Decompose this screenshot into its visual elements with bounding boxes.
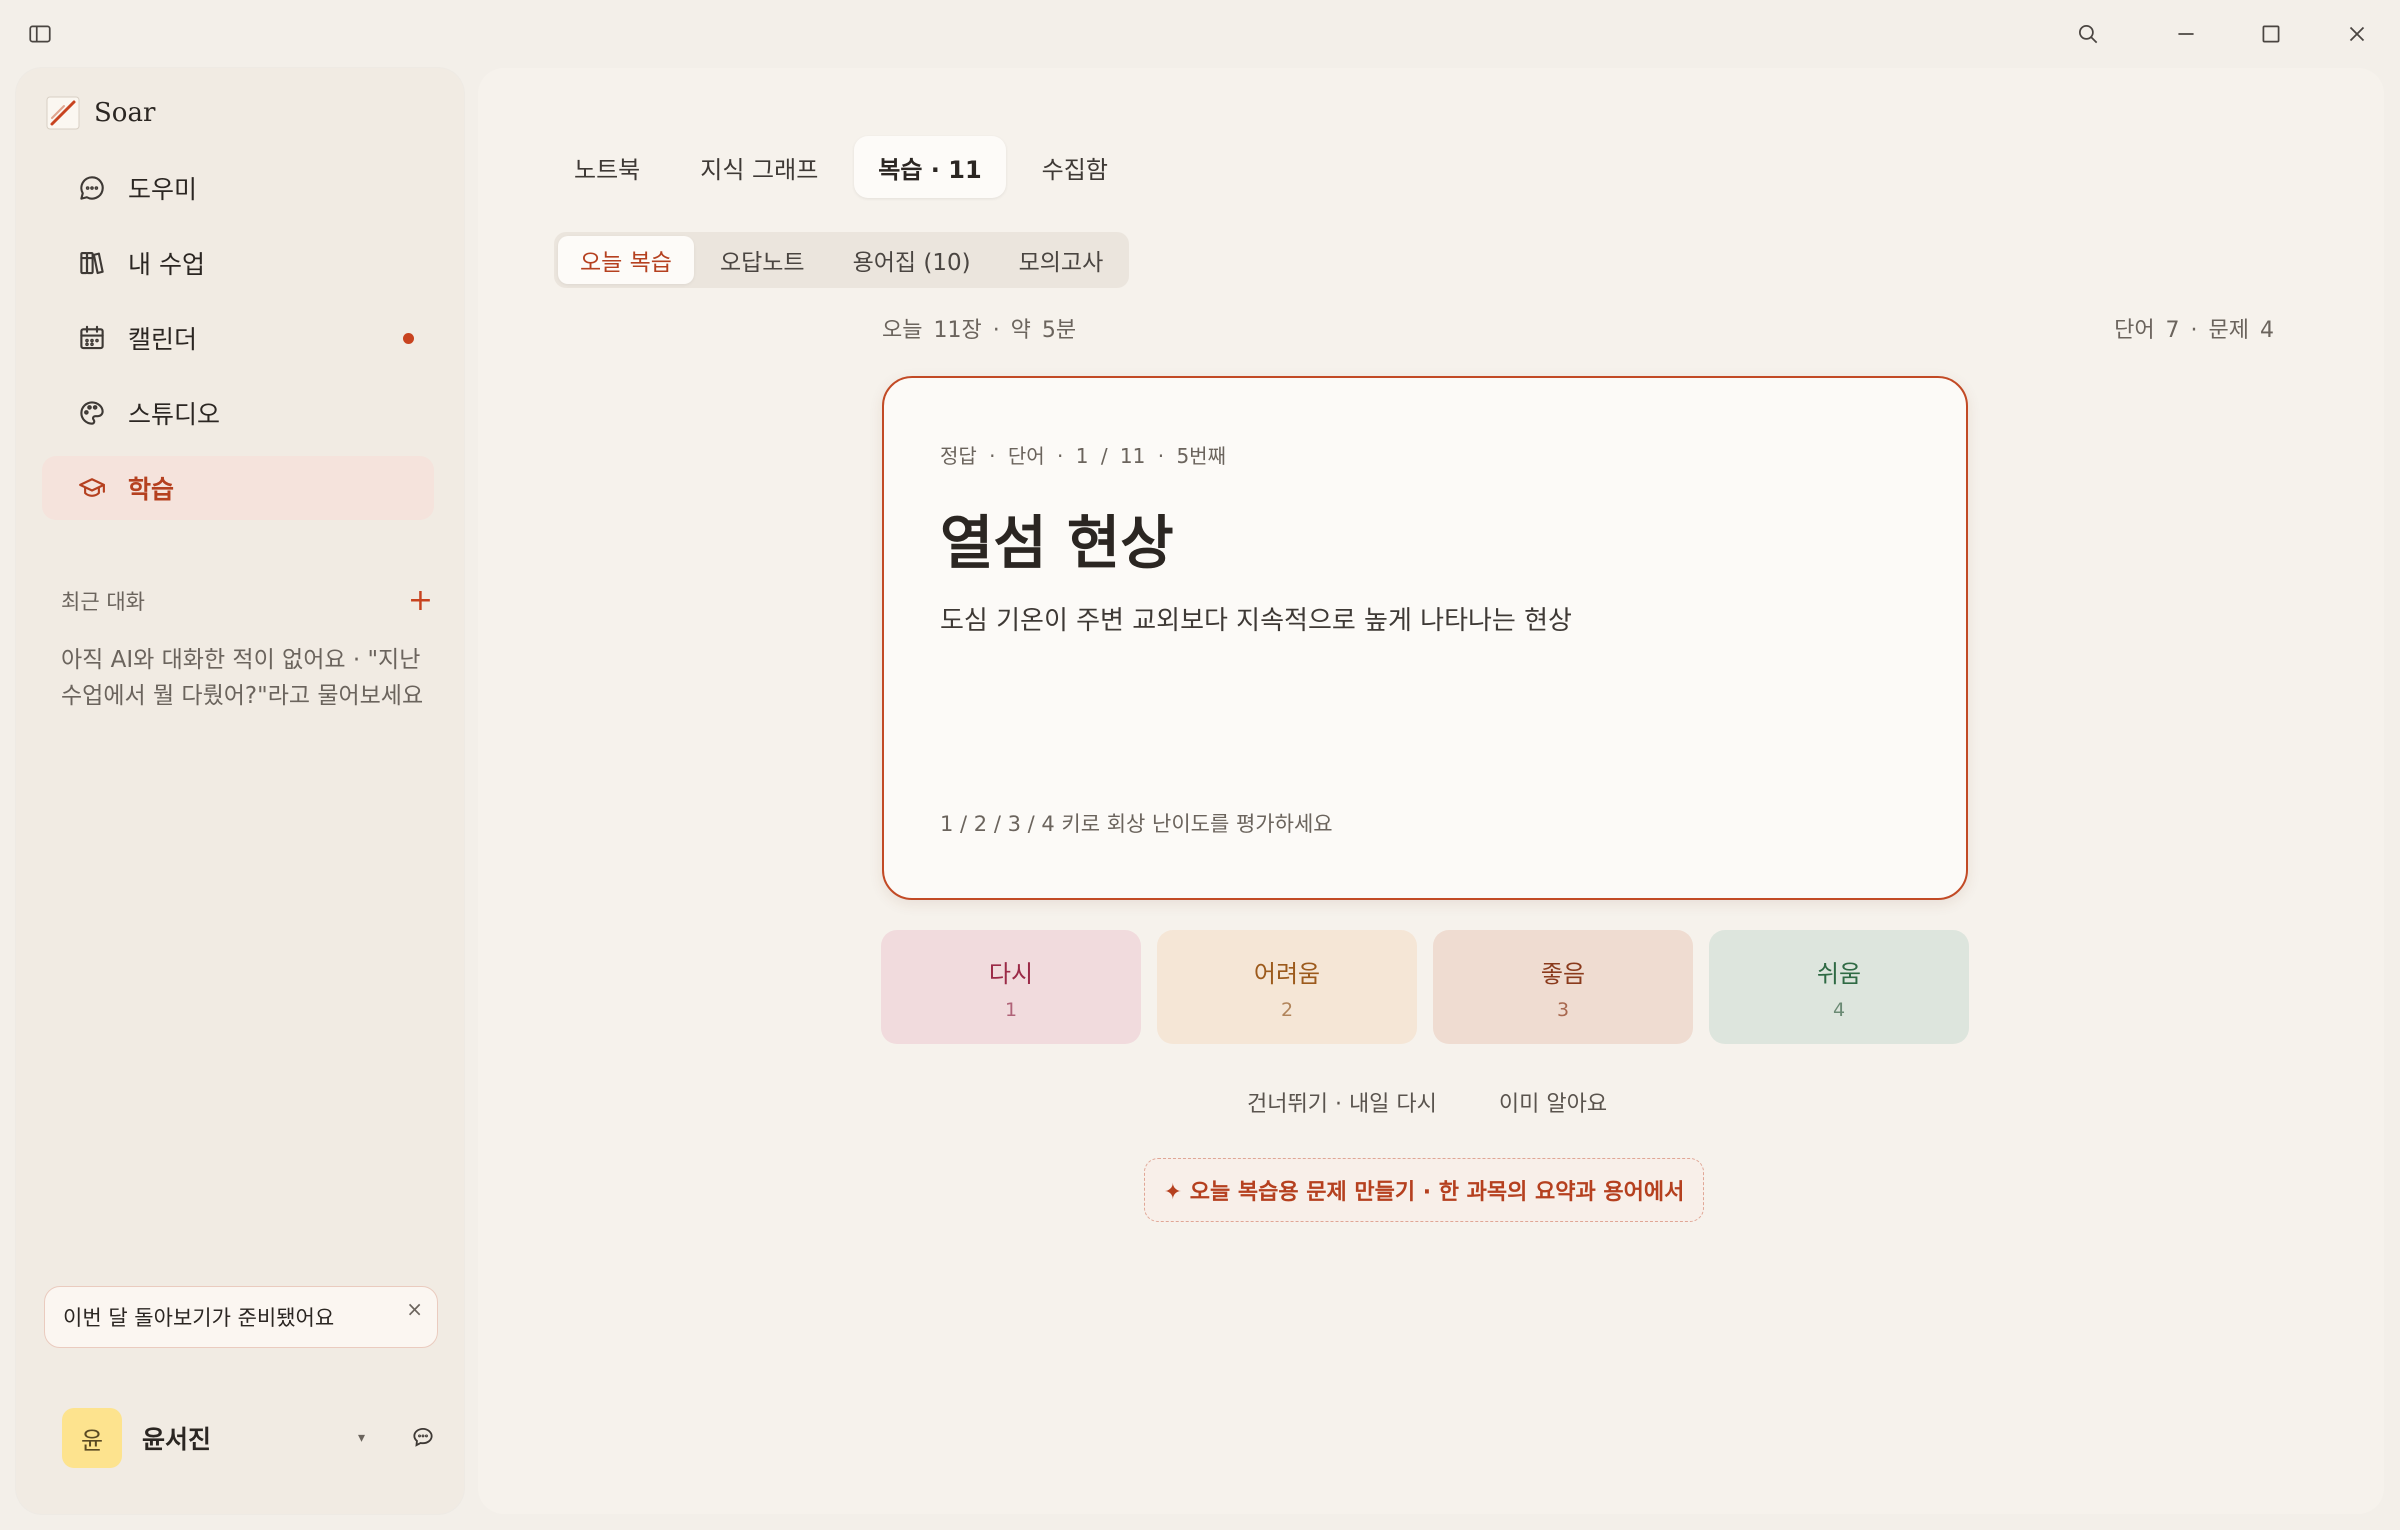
- avatar: 윤: [62, 1408, 122, 1468]
- main-panel: 노트북 지식 그래프 복습 · 11 수집함 오늘 복습 오답노트 용어집 (1…: [478, 68, 2384, 1514]
- sidebar-toggle-icon[interactable]: [22, 16, 58, 52]
- flashcard-meta: 정답 · 단어 · 1 / 11 · 5번째: [940, 444, 1226, 468]
- sidebar: Soar 도우미 내 수업 캘린더 스튜디오 학습 최근 대화 + 아직 AI와…: [16, 68, 464, 1514]
- recent-chats-empty-text: 아직 AI와 대화한 적이 없어요 · "지난 수업에서 뭘 다뤘어?"라고 물…: [61, 647, 424, 709]
- subtab-wrong-answers[interactable]: 오답노트: [698, 236, 827, 284]
- aux-actions: 건너뛰기 · 내일 다시 이미 알아요: [1247, 1086, 1607, 1118]
- rate-easy-button[interactable]: 쉬움 4: [1709, 930, 1969, 1044]
- sidebar-item-calendar[interactable]: 캘린더: [42, 306, 434, 370]
- rate-label: 쉬움: [1816, 959, 1862, 988]
- rate-key: 3: [1556, 998, 1570, 1021]
- subtab-glossary[interactable]: 용어집 (10): [831, 236, 993, 284]
- tab-notebook[interactable]: 노트북: [550, 136, 664, 198]
- review-stats-breakdown: 단어 7 · 문제 4: [2114, 318, 2274, 343]
- review-stats-today: 오늘 11장 · 약 5분: [882, 318, 1077, 343]
- title-bar: [0, 0, 2400, 66]
- sidebar-item-label: 스튜디오: [128, 400, 221, 429]
- flashcard-definition: 도심 기온이 주변 교외보다 지속적으로 높게 나타나는 현상: [940, 606, 1572, 636]
- search-icon[interactable]: [2070, 16, 2106, 52]
- flashcard-hint: 1 / 2 / 3 / 4 키로 회상 난이도를 평가하세요: [940, 812, 1333, 836]
- user-name: 윤서진: [142, 1425, 212, 1454]
- sidebar-item-label: 내 수업: [128, 250, 205, 279]
- palette-icon: [76, 397, 108, 429]
- rate-key: 4: [1832, 998, 1846, 1021]
- maximize-icon[interactable]: [2253, 16, 2289, 52]
- sidebar-nav: 도우미 내 수업 캘린더 스튜디오 학습: [42, 156, 434, 531]
- chat-bubble-icon: [76, 172, 108, 204]
- feedback-chat-icon[interactable]: [410, 1424, 438, 1452]
- rate-label: 어려움: [1253, 959, 1321, 988]
- app-name: Soar: [94, 98, 156, 128]
- tab-knowledge-graph[interactable]: 지식 그래프: [676, 136, 842, 198]
- add-chat-button[interactable]: +: [408, 586, 433, 616]
- soar-logo-icon: [46, 96, 80, 130]
- sidebar-item-label: 캘린더: [128, 325, 198, 354]
- subtab-today-review[interactable]: 오늘 복습: [558, 236, 694, 284]
- rate-label: 좋음: [1540, 959, 1586, 988]
- calendar-icon: [76, 322, 108, 354]
- sidebar-item-assistant[interactable]: 도우미: [42, 156, 434, 220]
- brand[interactable]: Soar: [46, 96, 155, 130]
- tab-inbox[interactable]: 수집함: [1018, 136, 1132, 198]
- sidebar-item-study[interactable]: 학습: [42, 456, 434, 520]
- graduation-cap-icon: [76, 472, 108, 504]
- chevron-down-icon[interactable]: ▾: [358, 1430, 365, 1446]
- sidebar-item-my-classes[interactable]: 내 수업: [42, 231, 434, 295]
- books-icon: [76, 247, 108, 279]
- rate-hard-button[interactable]: 어려움 2: [1157, 930, 1417, 1044]
- generate-questions-button[interactable]: ✦ 오늘 복습용 문제 만들기 · 한 과목의 요약과 용어에서: [1144, 1158, 1704, 1222]
- recent-chats-title: 최근 대화: [61, 590, 145, 614]
- subtab-mock-exam[interactable]: 모의고사: [997, 236, 1126, 284]
- skip-button[interactable]: 건너뛰기 · 내일 다시: [1247, 1086, 1437, 1118]
- rate-key: 2: [1280, 998, 1294, 1021]
- rate-good-button[interactable]: 좋음 3: [1433, 930, 1693, 1044]
- rate-again-button[interactable]: 다시 1: [881, 930, 1141, 1044]
- main-tabs: 노트북 지식 그래프 복습 · 11 수집함: [550, 136, 1132, 198]
- review-subtabs: 오늘 복습 오답노트 용어집 (10) 모의고사: [554, 232, 1130, 288]
- user-profile[interactable]: 윤 윤서진 ▾: [62, 1408, 434, 1468]
- sidebar-item-studio[interactable]: 스튜디오: [42, 381, 434, 445]
- sidebar-item-label: 학습: [128, 475, 175, 504]
- flashcard-term: 열섬 현상: [940, 509, 1174, 577]
- tab-review[interactable]: 복습 · 11: [854, 136, 1006, 198]
- notice-close-button[interactable]: ×: [406, 1297, 423, 1321]
- rate-label: 다시: [988, 959, 1034, 988]
- notification-dot: [403, 332, 414, 344]
- flashcard[interactable]: 정답 · 단어 · 1 / 11 · 5번째 열섬 현상 도심 기온이 주변 교…: [882, 376, 1968, 900]
- notice-text: 이번 달 돌아보기가 준비됐어요: [63, 1306, 335, 1330]
- close-icon[interactable]: [2339, 16, 2375, 52]
- monthly-review-notice[interactable]: 이번 달 돌아보기가 준비됐어요 ×: [44, 1286, 438, 1348]
- minimize-icon[interactable]: [2168, 16, 2204, 52]
- rate-key: 1: [1004, 998, 1018, 1021]
- already-known-button[interactable]: 이미 알아요: [1499, 1086, 1607, 1118]
- recent-chats-header: 최근 대화 +: [61, 586, 433, 616]
- sidebar-item-label: 도우미: [128, 175, 198, 204]
- rating-buttons: 다시 1 어려움 2 좋음 3 쉬움 4: [881, 930, 1969, 1044]
